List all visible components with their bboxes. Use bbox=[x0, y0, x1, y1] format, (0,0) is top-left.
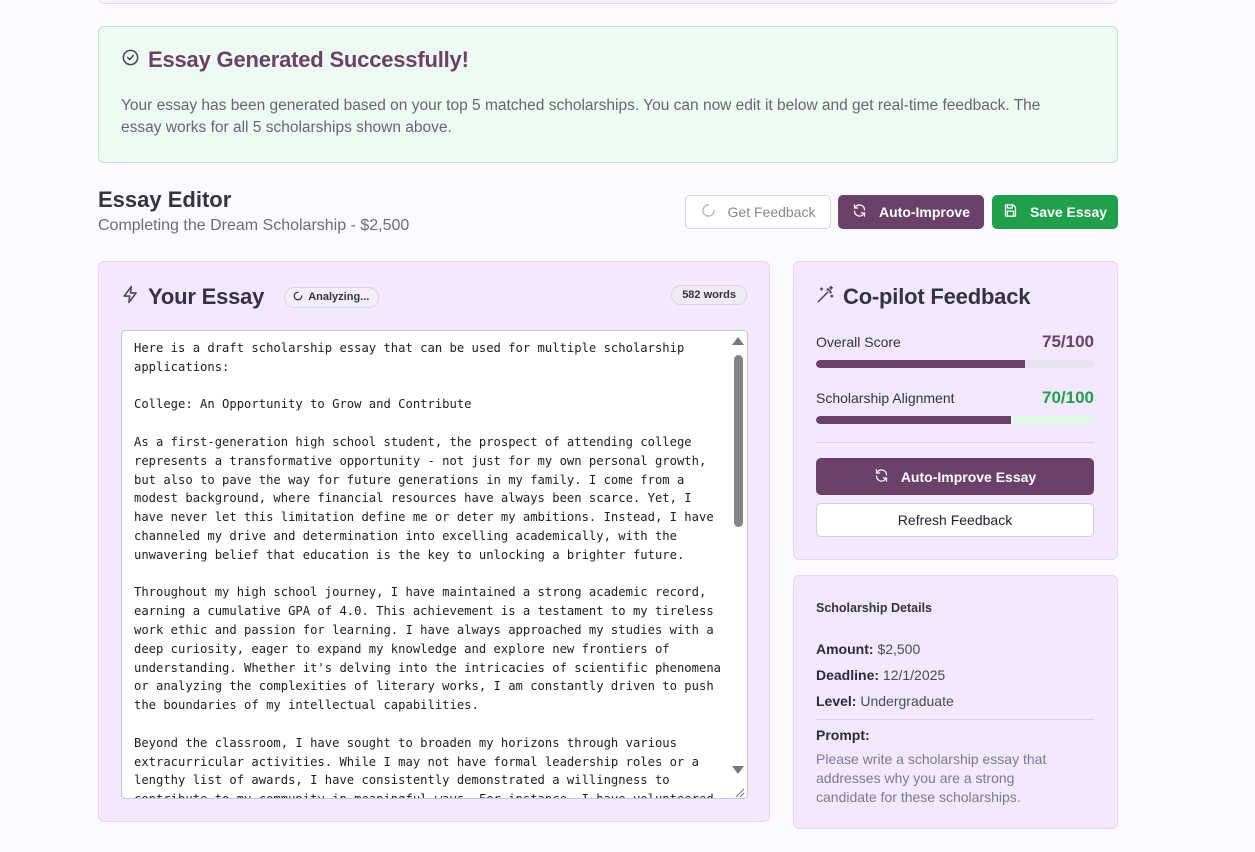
amount-row: Amount: $2,500 bbox=[816, 641, 920, 657]
loading-spinner-icon bbox=[701, 203, 716, 221]
previous-card bbox=[98, 0, 1118, 4]
save-essay-label: Save Essay bbox=[1029, 204, 1108, 220]
get-feedback-button[interactable]: Get Feedback bbox=[685, 195, 831, 229]
essay-card: Your Essay Analyzing... 582 words Here i… bbox=[98, 261, 770, 822]
divider bbox=[816, 719, 1094, 720]
get-feedback-label: Get Feedback bbox=[727, 204, 816, 220]
alignment-bar bbox=[816, 416, 1094, 424]
copilot-header: Co-pilot Feedback bbox=[816, 284, 1030, 310]
magic-wand-icon bbox=[816, 285, 835, 309]
deadline-row: Deadline: 12/1/2025 bbox=[816, 667, 945, 683]
level-label: Level: bbox=[816, 693, 857, 709]
prompt-text: Please write a scholarship essay that ad… bbox=[816, 751, 1047, 805]
alignment-label: Scholarship Alignment bbox=[816, 390, 955, 406]
auto-improve-essay-label: Auto-Improve Essay bbox=[900, 468, 1037, 485]
essay-title: Your Essay bbox=[148, 284, 265, 309]
page-title: Essay Editor bbox=[98, 187, 232, 212]
lightning-icon bbox=[121, 285, 140, 309]
check-circle-icon bbox=[121, 47, 140, 73]
resize-grip-icon[interactable] bbox=[733, 785, 745, 798]
overall-score-value: 75/100 bbox=[1042, 332, 1094, 351]
editor-heading: Essay Editor Completing the Dream Schola… bbox=[98, 187, 409, 235]
save-icon bbox=[1003, 203, 1018, 221]
success-message: Your essay has been generated based on y… bbox=[121, 97, 1041, 136]
success-banner: Essay Generated Successfully! Your essay… bbox=[98, 26, 1118, 163]
auto-improve-label: Auto-Improve bbox=[879, 204, 970, 220]
essay-header: Your Essay Analyzing... bbox=[121, 284, 380, 310]
analyzing-label: Analyzing... bbox=[308, 291, 370, 303]
deadline-label: Deadline: bbox=[816, 667, 880, 683]
scholarship-details-card: Scholarship Details Amount: $2,500 Deadl… bbox=[793, 575, 1118, 829]
overall-score-bar bbox=[816, 360, 1094, 368]
prompt-label: Prompt: bbox=[816, 727, 870, 743]
divider bbox=[816, 442, 1094, 443]
alignment-value: 70/100 bbox=[1042, 388, 1094, 407]
success-title-text: Essay Generated Successfully! bbox=[148, 47, 469, 72]
overall-score-bar-fill bbox=[816, 360, 1025, 368]
copilot-feedback-card: Co-pilot Feedback Overall Score 75/100 S… bbox=[793, 261, 1118, 560]
scholarship-subtitle: Completing the Dream Scholarship - $2,50… bbox=[98, 217, 410, 234]
essay-text[interactable]: Here is a draft scholarship essay that c… bbox=[134, 339, 724, 798]
copilot-title: Co-pilot Feedback bbox=[843, 284, 1031, 309]
amount-value: $2,500 bbox=[877, 641, 921, 657]
refresh-icon bbox=[852, 203, 867, 221]
auto-improve-button[interactable]: Auto-Improve bbox=[838, 195, 984, 229]
overall-score-label: Overall Score bbox=[816, 334, 901, 350]
analyzing-badge: Analyzing... bbox=[284, 286, 380, 308]
details-title: Scholarship Details bbox=[816, 601, 933, 615]
alignment-metric: Scholarship Alignment 70/100 bbox=[816, 388, 1094, 424]
level-value: Undergraduate bbox=[860, 693, 954, 709]
scrollbar[interactable] bbox=[731, 333, 745, 798]
level-row: Level: Undergraduate bbox=[816, 693, 954, 709]
word-count-badge: 582 words bbox=[671, 285, 747, 305]
auto-improve-essay-button[interactable]: Auto-Improve Essay bbox=[816, 458, 1094, 495]
save-essay-button[interactable]: Save Essay bbox=[992, 195, 1118, 229]
refresh-icon bbox=[874, 468, 889, 486]
scroll-up-arrow-icon[interactable] bbox=[732, 337, 744, 345]
deadline-value: 12/1/2025 bbox=[882, 667, 946, 683]
refresh-feedback-button[interactable]: Refresh Feedback bbox=[816, 503, 1094, 537]
success-title: Essay Generated Successfully! bbox=[121, 47, 469, 73]
scroll-down-arrow-icon[interactable] bbox=[732, 766, 744, 774]
alignment-bar-fill bbox=[816, 416, 1011, 424]
essay-textarea[interactable]: Here is a draft scholarship essay that c… bbox=[121, 330, 748, 799]
loading-spinner-icon bbox=[293, 291, 303, 304]
scroll-thumb[interactable] bbox=[734, 355, 743, 527]
amount-label: Amount: bbox=[816, 641, 874, 657]
overall-score-metric: Overall Score 75/100 bbox=[816, 332, 1094, 368]
